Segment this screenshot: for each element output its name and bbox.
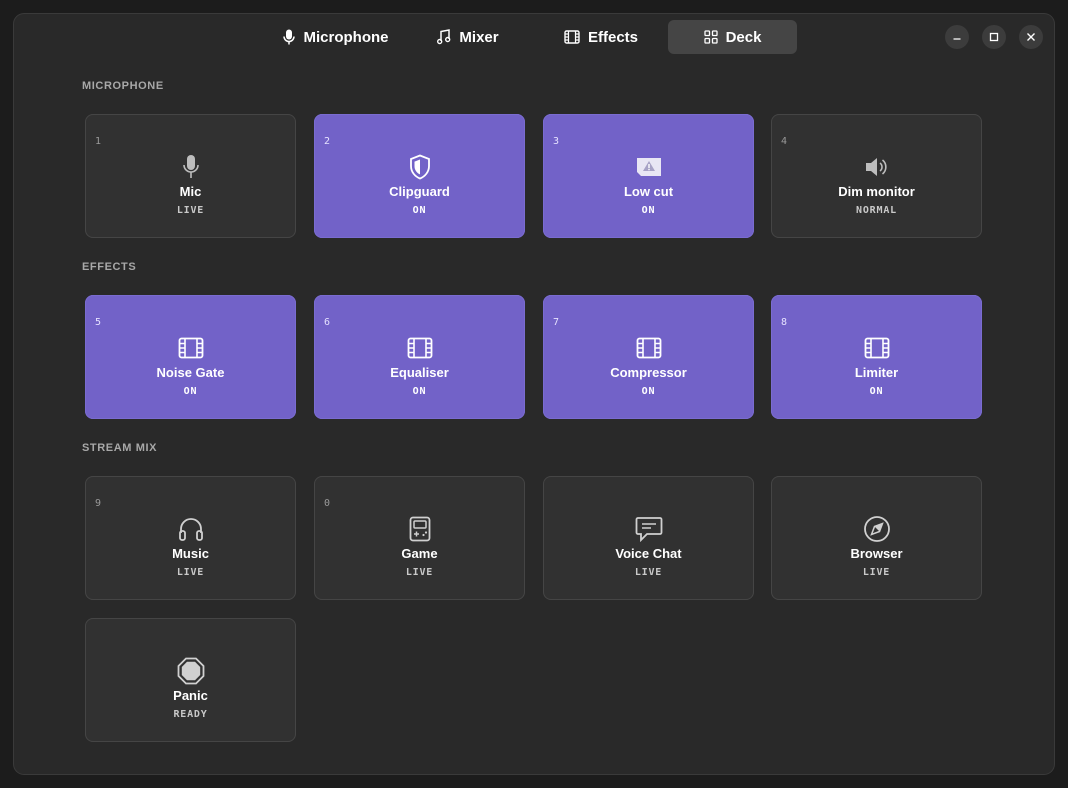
card-status: ON	[641, 386, 656, 397]
card-status: LIVE	[405, 567, 434, 578]
card-status: LIVE	[176, 205, 205, 216]
tab-deck[interactable]: Deck	[668, 20, 797, 54]
card-label: Limiter	[854, 365, 899, 380]
stop-icon	[85, 657, 296, 685]
card-label: Browser	[850, 546, 903, 561]
gamepad-icon	[314, 515, 525, 543]
card-status: NORMAL	[856, 205, 897, 216]
deck-card-clipguard[interactable]: 2 Clipguard ON	[314, 114, 525, 238]
card-label: Dim monitor	[838, 184, 915, 199]
headphones-icon	[85, 515, 296, 543]
compass-icon	[771, 515, 982, 543]
music-note-icon	[437, 29, 451, 45]
maximize-button[interactable]	[982, 25, 1006, 49]
app-window: Microphone Mixer Effects Deck MICROPHONE…	[14, 14, 1054, 774]
film-icon	[771, 334, 982, 362]
hotkey-number: 5	[95, 317, 102, 328]
card-label: Mic	[179, 184, 202, 199]
header-bar: Microphone Mixer Effects Deck	[14, 14, 1054, 60]
hotkey-number: 6	[324, 317, 331, 328]
card-label: Compressor	[610, 365, 687, 380]
card-status: ON	[412, 386, 427, 397]
deck-card-game[interactable]: 0 Game LIVE	[314, 476, 525, 600]
card-label: Low cut	[623, 184, 674, 199]
hotkey-number: 7	[553, 317, 560, 328]
card-status: LIVE	[176, 567, 205, 578]
film-icon	[543, 334, 754, 362]
deck-card-low-cut[interactable]: 3 Low cut ON	[543, 114, 754, 238]
warning-icon	[543, 153, 754, 181]
card-label: Voice Chat	[615, 546, 682, 561]
card-label: Music	[172, 546, 209, 561]
film-icon	[314, 334, 525, 362]
deck-card-noise-gate[interactable]: 5 Noise Gate ON	[85, 295, 296, 419]
close-button[interactable]	[1019, 25, 1043, 49]
card-status: ON	[183, 386, 198, 397]
hotkey-number: 0	[324, 498, 331, 509]
card-label: Game	[401, 546, 438, 561]
chat-icon	[543, 515, 754, 543]
card-label: Noise Gate	[156, 365, 225, 380]
hotkey-number: 3	[553, 136, 560, 147]
card-status: LIVE	[862, 567, 891, 578]
card-status: ON	[412, 205, 427, 216]
film-icon	[564, 30, 580, 44]
close-icon	[1027, 33, 1035, 41]
deck-card-music[interactable]: 9 Music LIVE	[85, 476, 296, 600]
deck-card-dim-monitor[interactable]: 4 Dim monitor NORMAL	[771, 114, 982, 238]
microphone-icon	[282, 29, 296, 45]
grid-icon	[703, 30, 718, 44]
deck-card-equaliser[interactable]: 6 Equaliser ON	[314, 295, 525, 419]
section-title-microphone: MICROPHONE	[82, 80, 164, 92]
deck-card-limiter[interactable]: 8 Limiter ON	[771, 295, 982, 419]
card-label: Equaliser	[390, 365, 449, 380]
tab-label: Mixer	[459, 28, 499, 46]
deck-card-compressor[interactable]: 7 Compressor ON	[543, 295, 754, 419]
hotkey-number: 9	[95, 498, 102, 509]
card-status: ON	[869, 386, 884, 397]
tab-microphone[interactable]: Microphone	[272, 20, 398, 54]
deck-card-mic[interactable]: 1 Mic LIVE	[85, 114, 296, 238]
minimize-icon	[953, 38, 961, 40]
section-title-effects: EFFECTS	[82, 261, 137, 273]
card-status: ON	[641, 205, 656, 216]
deck-card-panic[interactable]: Panic READY	[85, 618, 296, 742]
section-title-stream-mix: STREAM MIX	[82, 442, 158, 454]
tab-label: Effects	[587, 28, 639, 46]
hotkey-number: 1	[95, 136, 102, 147]
card-status: LIVE	[634, 567, 663, 578]
minimize-button[interactable]	[945, 25, 969, 49]
card-label: Panic	[173, 688, 208, 703]
tab-label: Deck	[725, 28, 762, 46]
speaker-icon	[771, 153, 982, 181]
tab-effects[interactable]: Effects	[554, 20, 648, 54]
shield-icon	[314, 153, 525, 181]
maximize-icon	[989, 32, 999, 42]
hotkey-number: 2	[324, 136, 331, 147]
tab-label: Microphone	[303, 28, 389, 46]
hotkey-number: 4	[781, 136, 788, 147]
deck-card-browser[interactable]: Browser LIVE	[771, 476, 982, 600]
card-label: Clipguard	[389, 184, 450, 199]
card-status: READY	[173, 709, 208, 720]
deck-card-voice-chat[interactable]: Voice Chat LIVE	[543, 476, 754, 600]
microphone-icon	[85, 153, 296, 181]
film-icon	[85, 334, 296, 362]
hotkey-number: 8	[781, 317, 788, 328]
tab-mixer[interactable]: Mixer	[426, 20, 510, 54]
